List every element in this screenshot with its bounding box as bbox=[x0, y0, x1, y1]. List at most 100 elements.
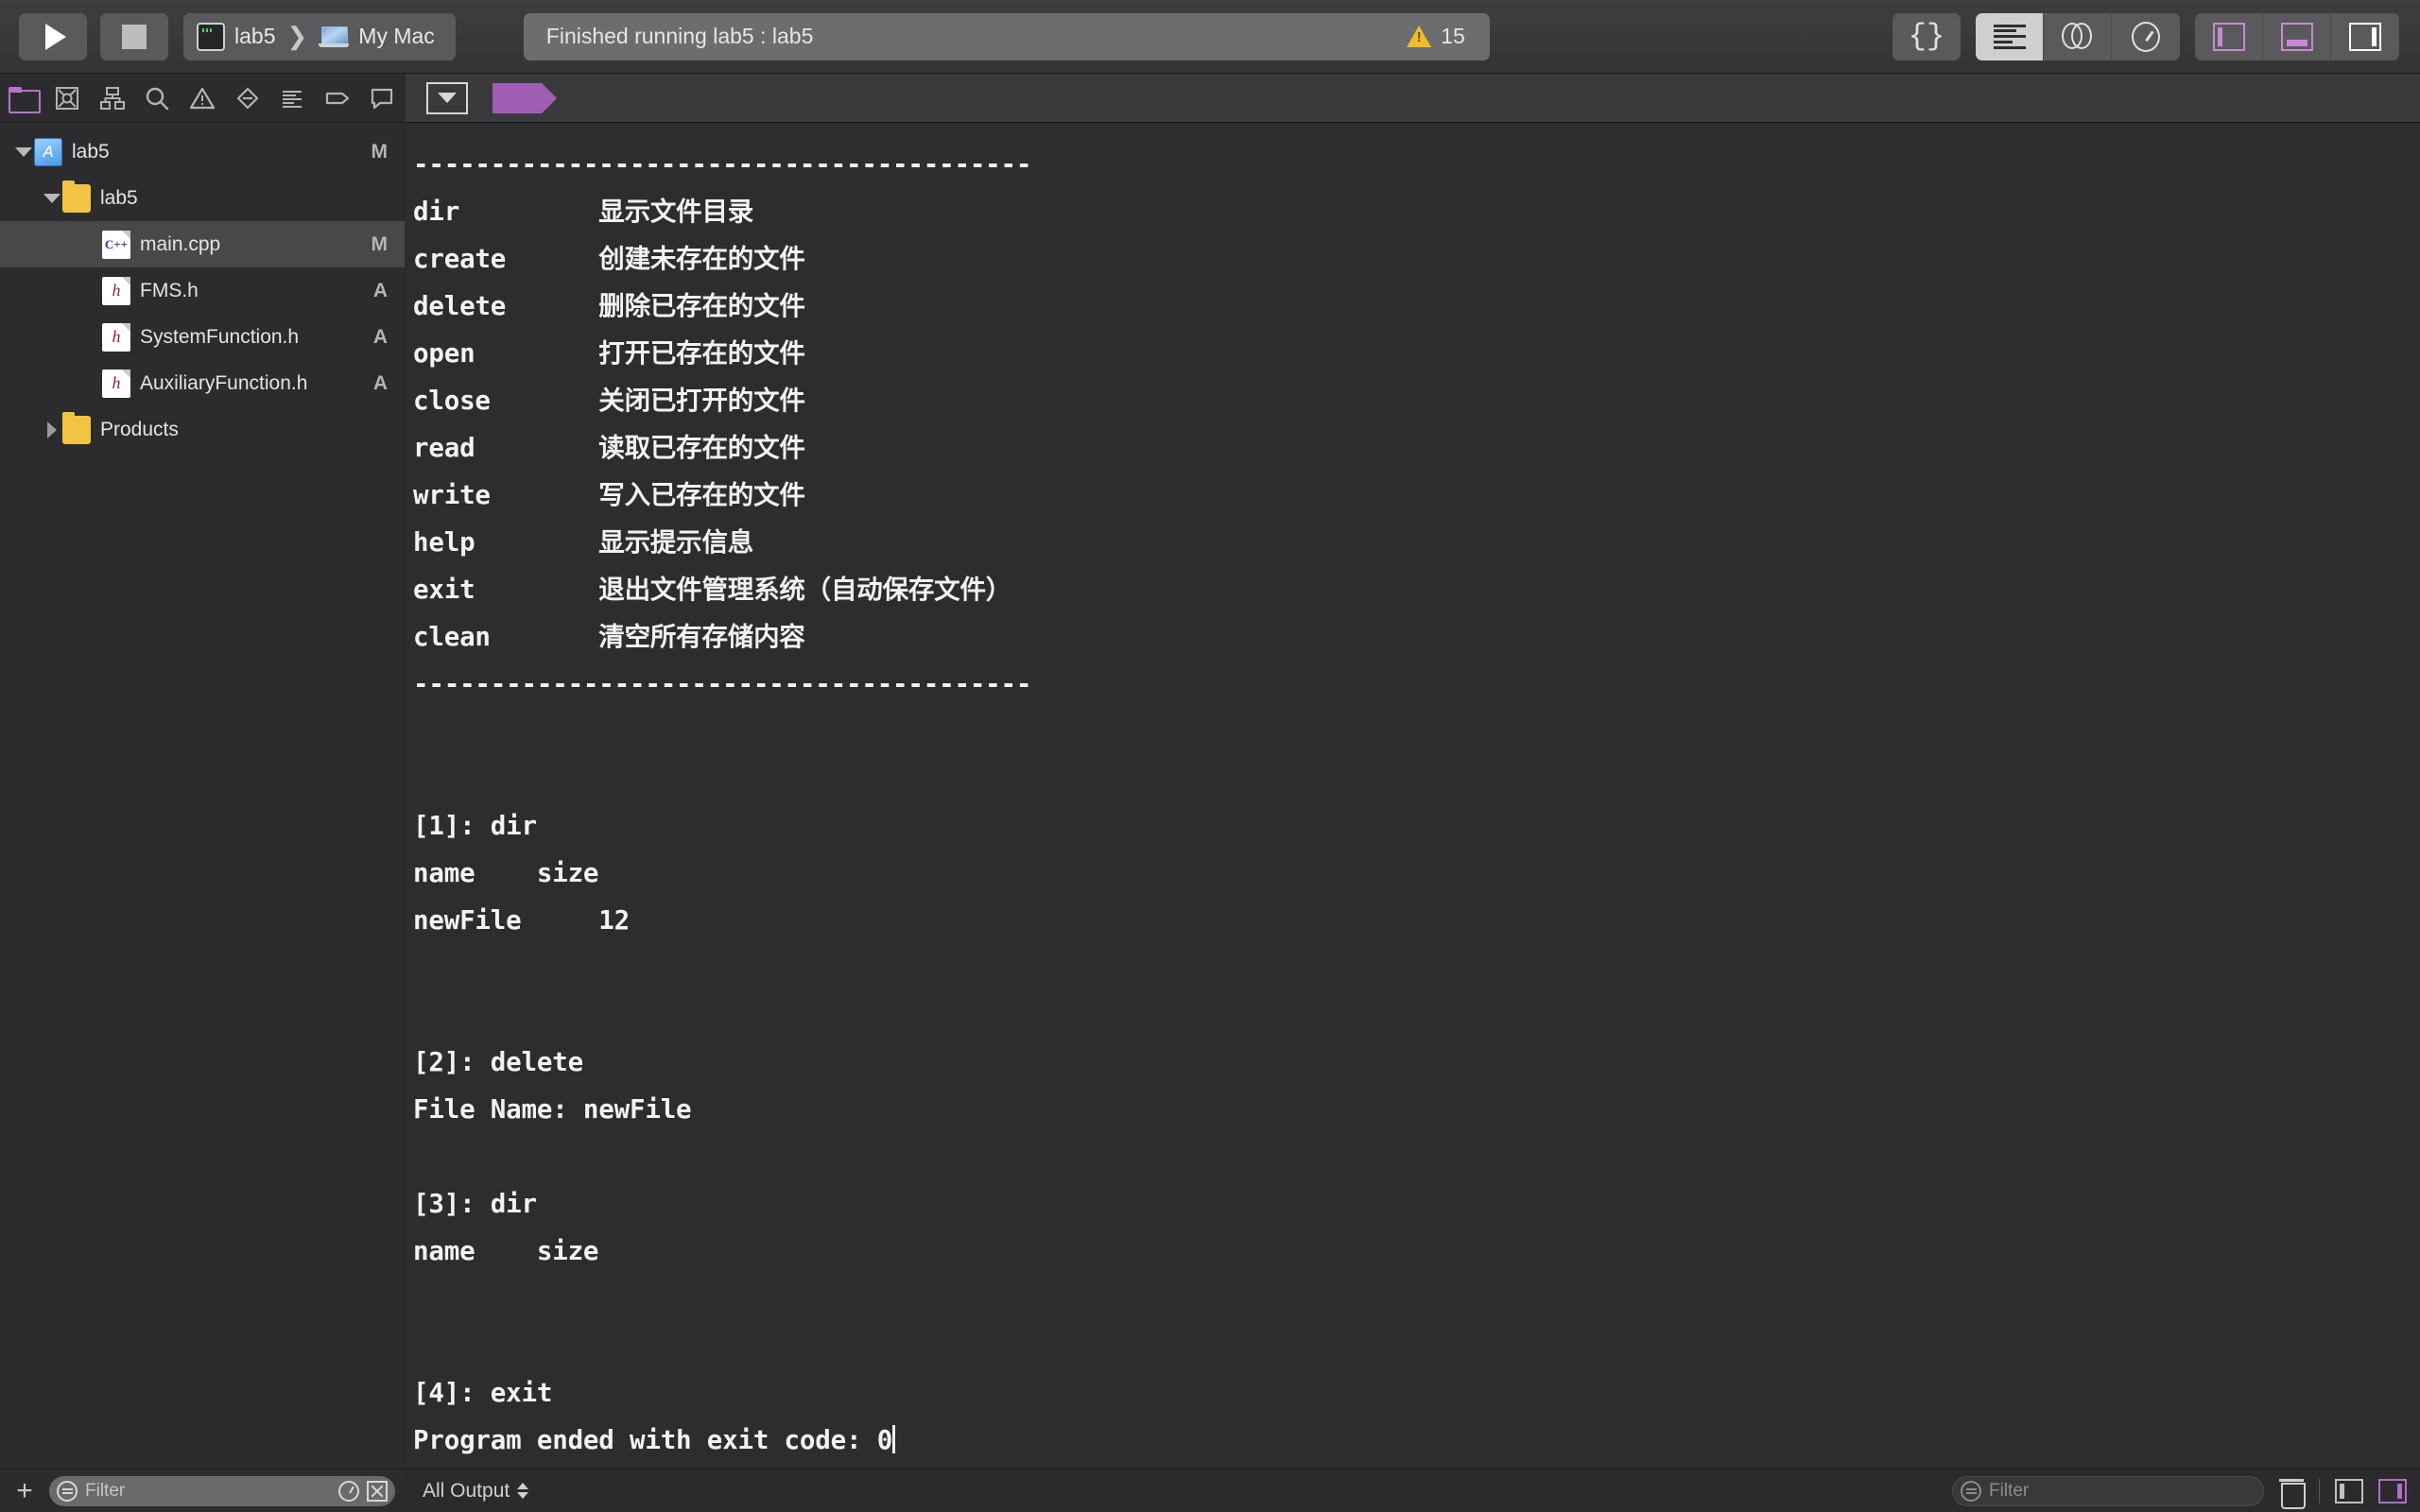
editor-mode-segmented-control bbox=[1976, 12, 2180, 60]
sidebar-item-find-navigator[interactable] bbox=[135, 74, 181, 123]
project-file-tree: lab5 Mlab5 C++ main.cpp M h FMS.h Ah SystemFunct… bbox=[0, 123, 405, 453]
search-icon bbox=[144, 85, 170, 112]
scheme-destination-selector[interactable]: lab5 ❯ My Mac bbox=[183, 12, 456, 60]
chevron-right-icon: ❯ bbox=[286, 22, 308, 50]
disclosure-triangle-open-icon[interactable] bbox=[42, 193, 62, 203]
header-file-icon: h bbox=[102, 322, 130, 352]
speech-bubble-icon bbox=[369, 85, 395, 112]
status-message: Finished running lab5 : lab5 bbox=[545, 24, 814, 48]
folder-icon bbox=[8, 86, 41, 113]
variables-view-button[interactable] bbox=[2335, 1478, 2363, 1503]
terminal-scheme-icon bbox=[197, 22, 225, 51]
left-panel-icon bbox=[2212, 22, 2245, 51]
main-toolbar: lab5 ❯ My Mac Finished running lab5 : la… bbox=[0, 0, 2420, 74]
navigator-panel: lab5 Mlab5 C++ main.cpp M h FMS.h Ah SystemFunct… bbox=[0, 74, 405, 1469]
stop-square-icon bbox=[122, 24, 147, 49]
breakpoint-tag-icon bbox=[324, 85, 351, 112]
stop-button[interactable] bbox=[100, 12, 168, 60]
library-button[interactable]: {} bbox=[1893, 12, 1961, 60]
assistant-editor-button[interactable] bbox=[2044, 12, 2112, 60]
console-output: ----------------------------------------… bbox=[413, 149, 1032, 1455]
tree-row[interactable]: lab5 M bbox=[0, 129, 405, 175]
sidebar-item-symbol-navigator[interactable] bbox=[90, 74, 135, 123]
scheme-name[interactable]: lab5 bbox=[234, 24, 275, 49]
right-panel-icon bbox=[2349, 22, 2381, 51]
sidebar-item-issue-navigator[interactable] bbox=[180, 74, 225, 123]
trash-icon[interactable] bbox=[2279, 1477, 2306, 1509]
output-scope-selector[interactable]: All Output bbox=[423, 1479, 529, 1503]
console-filter-placeholder: Filter bbox=[1989, 1480, 2030, 1501]
sidebar-item-source-control-navigator[interactable] bbox=[45, 74, 91, 123]
panel-toggle-segmented-control bbox=[2195, 12, 2399, 60]
venn-circles-icon bbox=[2061, 22, 2094, 51]
tree-row[interactable]: C++ main.cpp M bbox=[0, 221, 405, 267]
navigator-filter-placeholder: Filter bbox=[85, 1480, 126, 1501]
source-control-status-badge: M bbox=[371, 140, 389, 163]
gauge-icon bbox=[2132, 21, 2160, 52]
macbook-icon bbox=[319, 26, 350, 48]
navigator-footer: + Filter bbox=[0, 1469, 405, 1512]
toggle-inspector-button[interactable] bbox=[2331, 13, 2399, 60]
sidebar-item-test-navigator[interactable] bbox=[225, 74, 270, 123]
sidebar-item-debug-navigator[interactable] bbox=[269, 74, 315, 123]
braces-icon: {} bbox=[1908, 19, 1945, 54]
hierarchy-icon bbox=[99, 85, 126, 112]
destination-name[interactable]: My Mac bbox=[358, 24, 435, 49]
debug-console[interactable]: ----------------------------------------… bbox=[406, 124, 2420, 1469]
source-control-status-badge: M bbox=[371, 232, 389, 255]
disclosure-triangle-open-icon[interactable] bbox=[13, 146, 34, 157]
lines-icon bbox=[1993, 24, 2026, 49]
header-file-icon: h bbox=[102, 369, 130, 398]
source-control-status-badge: A bbox=[372, 279, 388, 301]
tree-row[interactable]: h AuxiliaryFunction.h A bbox=[0, 360, 405, 406]
console-view-button[interactable] bbox=[2378, 1478, 2407, 1503]
source-control-status-badge: A bbox=[372, 371, 388, 394]
debug-jump-bar bbox=[406, 74, 2420, 123]
related-items-button[interactable] bbox=[426, 81, 468, 114]
sidebar-item-report-navigator[interactable] bbox=[360, 74, 406, 123]
warning-triangle-icon bbox=[1407, 25, 1432, 48]
add-file-button[interactable]: + bbox=[9, 1475, 40, 1507]
diamond-minus-icon bbox=[234, 85, 261, 112]
recent-files-icon[interactable] bbox=[338, 1480, 359, 1502]
tree-row-label: lab5 bbox=[100, 186, 138, 209]
tree-row[interactable]: Products bbox=[0, 406, 405, 453]
tree-row[interactable]: h SystemFunction.h A bbox=[0, 314, 405, 360]
tree-row-label: lab5 bbox=[72, 140, 110, 163]
list-lines-icon bbox=[279, 85, 305, 112]
debug-bar: All Output Filter bbox=[406, 1469, 2420, 1512]
navigator-tab-bar bbox=[0, 74, 405, 123]
bottom-panel-icon bbox=[2280, 22, 2313, 51]
console-filter-field[interactable]: Filter bbox=[1952, 1475, 2264, 1506]
folder-icon bbox=[62, 180, 91, 213]
standard-editor-button[interactable] bbox=[1976, 12, 2044, 60]
sidebar-item-breakpoint-navigator[interactable] bbox=[315, 74, 360, 123]
navigator-filter-field[interactable]: Filter bbox=[49, 1475, 395, 1506]
disclosure-triangle-closed-icon[interactable] bbox=[42, 421, 62, 438]
activity-status-bar: Finished running lab5 : lab5 15 bbox=[523, 12, 1490, 60]
toggle-navigator-button[interactable] bbox=[2195, 12, 2263, 60]
toggle-debug-area-button[interactable] bbox=[2263, 12, 2331, 60]
tree-row-label: SystemFunction.h bbox=[140, 325, 300, 348]
source-control-filter-icon[interactable] bbox=[367, 1480, 388, 1502]
breakpoints-toggle-button[interactable] bbox=[493, 82, 557, 113]
play-icon bbox=[45, 23, 66, 50]
sidebar-item-project-navigator[interactable] bbox=[0, 74, 45, 123]
chevron-down-icon bbox=[438, 93, 457, 103]
xcode-project-icon bbox=[34, 137, 62, 166]
warning-triangle-icon bbox=[189, 85, 216, 112]
warnings-badge[interactable]: 15 bbox=[1407, 13, 1490, 60]
filter-icon bbox=[1961, 1480, 1981, 1502]
header-file-icon: h bbox=[102, 276, 130, 305]
text-cursor bbox=[892, 1425, 896, 1453]
run-button[interactable] bbox=[19, 12, 87, 60]
folder-icon bbox=[62, 411, 91, 444]
output-scope-label: All Output bbox=[423, 1479, 510, 1502]
updown-chevron-icon bbox=[517, 1483, 529, 1499]
version-editor-button[interactable] bbox=[2112, 13, 2180, 60]
tree-row[interactable]: h FMS.h A bbox=[0, 267, 405, 314]
debug-bar-right-controls: Filter bbox=[1952, 1475, 2407, 1509]
source-control-icon bbox=[54, 85, 80, 112]
tree-row-label: FMS.h bbox=[140, 279, 199, 301]
tree-row[interactable]: lab5 bbox=[0, 175, 405, 221]
